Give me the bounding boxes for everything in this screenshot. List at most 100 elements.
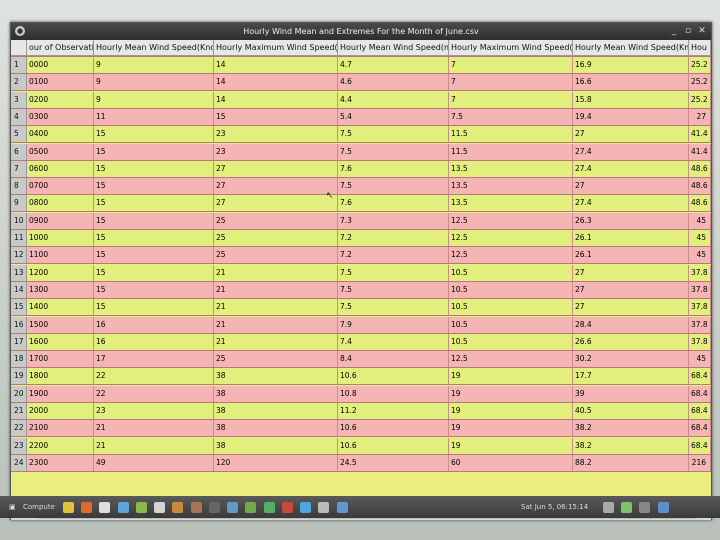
table-cell[interactable]: 24.5 <box>338 454 449 471</box>
table-cell[interactable]: 216 <box>689 454 711 471</box>
table-cell[interactable]: 48.6 <box>689 178 711 195</box>
table-cell[interactable]: 17 <box>94 351 214 368</box>
tray-sound-icon[interactable] <box>603 501 614 513</box>
table-cell[interactable]: 4.4 <box>338 91 449 108</box>
table-cell[interactable]: 15 <box>94 195 214 212</box>
table-cell[interactable]: 27.4 <box>573 195 689 212</box>
document-icon[interactable] <box>318 501 330 513</box>
monitor-icon[interactable] <box>208 501 220 513</box>
table-cell[interactable]: 15 <box>94 264 214 281</box>
table-cell[interactable]: 12.5 <box>449 247 573 264</box>
table-cell[interactable]: 12.5 <box>449 230 573 246</box>
tray-power-icon[interactable] <box>639 501 651 513</box>
column-header[interactable]: Hourly Mean Wind Speed(m/s <box>338 40 449 56</box>
table-cell[interactable]: 27 <box>573 126 689 143</box>
table-cell[interactable]: 13.5 <box>449 178 573 195</box>
table-cell[interactable]: 25.2 <box>689 57 711 73</box>
table-cell[interactable]: 25 <box>214 230 338 246</box>
settings-icon[interactable] <box>154 501 166 513</box>
terminal-icon[interactable] <box>117 501 129 513</box>
computer-menu-icon[interactable]: ▣ <box>6 501 19 513</box>
table-cell[interactable]: 41.4 <box>689 126 711 143</box>
table-cell[interactable]: 1400 <box>27 299 94 316</box>
table-cell[interactable]: 11 <box>94 108 214 125</box>
table-cell[interactable]: 25.2 <box>689 74 711 91</box>
table-cell[interactable]: 21 <box>214 316 338 333</box>
table-cell[interactable]: 120 <box>214 454 338 471</box>
column-header[interactable]: Hourly Maximum Wind Speed(kn <box>214 40 338 56</box>
table-cell[interactable]: 16 <box>94 316 214 333</box>
table-cell[interactable]: 45 <box>689 230 711 246</box>
table-cell[interactable]: 45 <box>689 351 711 368</box>
table-row[interactable]: 20 1900 22 38 10.8 19 39 68.4 <box>11 385 711 403</box>
table-cell[interactable]: 11.2 <box>338 403 449 419</box>
column-header[interactable]: Hourly Mean Wind Speed(Km/ <box>573 40 689 56</box>
column-header[interactable]: Hourly Mean Wind Speed(Kno <box>94 40 214 56</box>
table-row[interactable]: 7 0600 15 27 7.6 13.5 27.4 48.6 <box>11 160 711 178</box>
table-cell[interactable]: 21 <box>94 420 214 437</box>
table-cell[interactable]: 68.4 <box>689 385 711 402</box>
table-cell[interactable]: 68.4 <box>689 368 711 385</box>
table-cell[interactable]: 7.5 <box>338 299 449 316</box>
table-cell[interactable]: 7.5 <box>449 108 573 125</box>
table-cell[interactable]: 0400 <box>27 126 94 143</box>
table-cell[interactable]: 21 <box>214 333 338 350</box>
table-cell[interactable]: 10.6 <box>338 420 449 437</box>
table-cell[interactable]: 7.2 <box>338 230 449 246</box>
table-cell[interactable]: 26.1 <box>573 247 689 264</box>
table-row[interactable]: 24 2300 49 120 24.5 60 88.2 216 <box>11 454 711 472</box>
table-cell[interactable]: 27 <box>573 299 689 316</box>
table-row[interactable]: 4 0300 11 15 5.4 7.5 19.4 27 <box>11 108 711 126</box>
table-cell[interactable]: 27 <box>573 264 689 281</box>
table-cell[interactable]: 0800 <box>27 195 94 212</box>
table-cell[interactable]: 7.5 <box>338 281 449 298</box>
red-app-icon[interactable] <box>281 501 293 513</box>
column-header[interactable]: our of Observati <box>27 40 94 56</box>
table-cell[interactable]: 25 <box>214 351 338 368</box>
table-cell[interactable]: 14 <box>214 91 338 108</box>
table-cell[interactable]: 19 <box>449 420 573 437</box>
table-cell[interactable]: 22 <box>94 368 214 385</box>
table-cell[interactable]: 37.8 <box>689 264 711 281</box>
table-cell[interactable]: 27 <box>214 160 338 177</box>
table-cell[interactable]: 10.5 <box>449 281 573 298</box>
table-cell[interactable]: 27 <box>573 178 689 195</box>
table-cell[interactable]: 16 <box>94 333 214 350</box>
table-cell[interactable]: 13.5 <box>449 195 573 212</box>
table-cell[interactable]: 11.5 <box>449 143 573 160</box>
table-cell[interactable]: 45 <box>689 247 711 264</box>
table-cell[interactable]: 15 <box>94 160 214 177</box>
table-cell[interactable]: 48.6 <box>689 160 711 177</box>
table-cell[interactable]: 26.1 <box>573 230 689 246</box>
table-cell[interactable]: 8.4 <box>338 351 449 368</box>
table-cell[interactable]: 22 <box>94 385 214 402</box>
table-cell[interactable]: 23 <box>214 126 338 143</box>
tray-network-icon[interactable] <box>621 501 633 513</box>
table-cell[interactable]: 0600 <box>27 160 94 177</box>
table-cell[interactable]: 1000 <box>27 230 94 246</box>
table-cell[interactable]: 26.3 <box>573 212 689 229</box>
table-row[interactable]: 17 1600 16 21 7.4 10.5 26.6 37.8 <box>11 333 711 351</box>
table-cell[interactable]: 25.2 <box>689 91 711 108</box>
table-cell[interactable]: 21 <box>214 281 338 298</box>
table-cell[interactable]: 39 <box>573 385 689 402</box>
close-button[interactable]: ✕ <box>695 23 709 40</box>
table-cell[interactable]: 27 <box>214 195 338 212</box>
table-cell[interactable]: 0200 <box>27 91 94 108</box>
table-cell[interactable]: 1700 <box>27 351 94 368</box>
table-row[interactable]: 21 2000 23 38 11.2 19 40.5 68.4 <box>11 403 711 420</box>
mail-icon[interactable] <box>336 501 348 513</box>
table-cell[interactable]: 1300 <box>27 281 94 298</box>
table-cell[interactable]: 23 <box>214 143 338 160</box>
table-cell[interactable]: 19 <box>449 437 573 454</box>
table-cell[interactable]: 21 <box>94 437 214 454</box>
table-cell[interactable]: 2100 <box>27 420 94 437</box>
table-cell[interactable]: 0500 <box>27 143 94 160</box>
table-cell[interactable]: 7 <box>449 91 573 108</box>
table-cell[interactable]: 10.8 <box>338 385 449 402</box>
table-cell[interactable]: 21 <box>214 264 338 281</box>
table-cell[interactable]: 10.6 <box>338 368 449 385</box>
table-cell[interactable]: 13.5 <box>449 160 573 177</box>
table-cell[interactable]: 16.9 <box>573 57 689 73</box>
table-cell[interactable]: 9 <box>94 91 214 108</box>
